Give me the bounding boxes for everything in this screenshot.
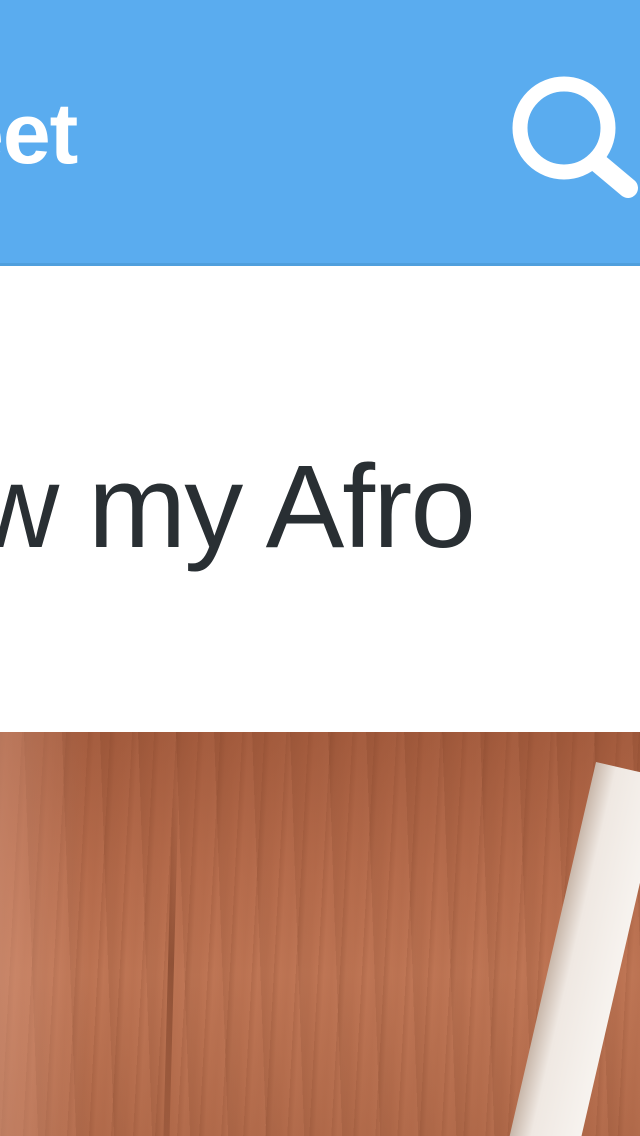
search-icon <box>512 76 638 198</box>
post-text: w my Afro <box>0 441 476 573</box>
search-button[interactable] <box>506 70 640 204</box>
photo-wall-edge <box>506 762 640 1136</box>
photo-grain-line <box>163 791 179 1136</box>
photo-highlight <box>0 732 90 1136</box>
app-screen: eet w my Afro <box>0 0 640 1136</box>
post-text-area: w my Afro <box>0 269 640 732</box>
nav-title: eet <box>0 86 78 182</box>
post-photo[interactable] <box>0 732 640 1136</box>
top-nav-bar: eet <box>0 0 640 266</box>
